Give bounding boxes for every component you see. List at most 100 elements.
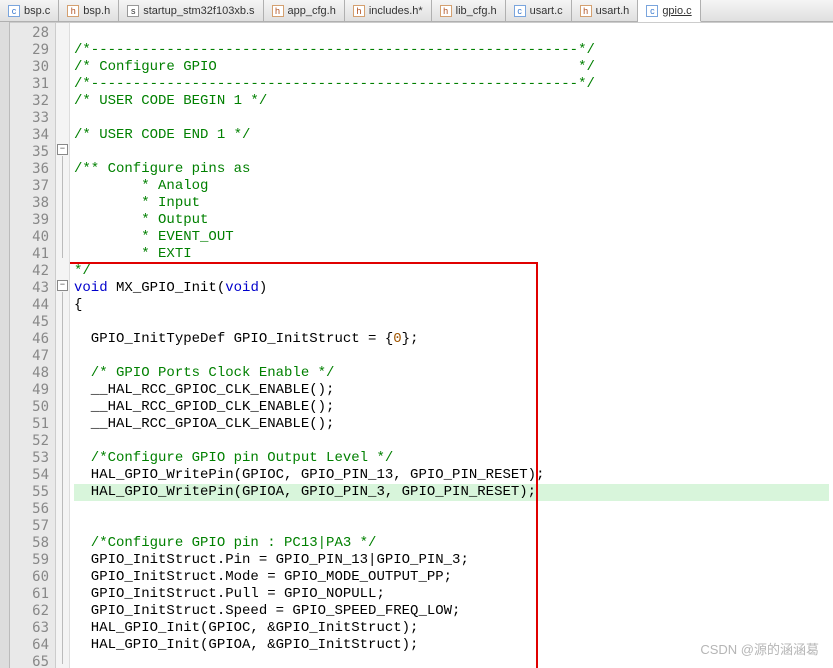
- tab-label: usart.h: [596, 5, 630, 17]
- tab-bsp-h[interactable]: hbsp.h: [59, 0, 119, 21]
- tab-label: gpio.c: [662, 5, 691, 17]
- line-gutter: 2829303132333435363738394041424344454647…: [10, 23, 56, 668]
- line-number: 42: [10, 263, 55, 280]
- comment: * Output: [74, 212, 208, 228]
- tab-label: includes.h*: [369, 5, 423, 17]
- paren: ): [259, 280, 267, 296]
- code-line: GPIO_InitStruct.Mode = GPIO_MODE_OUTPUT_…: [74, 569, 452, 585]
- line-number: 45: [10, 314, 55, 331]
- debug-strip: [0, 22, 10, 668]
- line-number: 31: [10, 76, 55, 93]
- tab-usart-c[interactable]: c usart.c: [506, 0, 572, 21]
- line-number: 40: [10, 229, 55, 246]
- file-icon: h: [272, 5, 284, 17]
- line-number: 51: [10, 416, 55, 433]
- tab-label: bsp.c: [24, 5, 50, 17]
- comment: * Input: [74, 195, 208, 211]
- line-number: 29: [10, 42, 55, 59]
- paren: (: [217, 280, 225, 296]
- tab-bar: c bsp.c hbsp.h s startup_stm32f103xb.s h app_c…: [0, 0, 833, 22]
- code-line: HAL_GPIO_WritePin(GPIOA, GPIO_PIN_3, GPI…: [74, 484, 536, 500]
- line-number: 63: [10, 620, 55, 637]
- code-line: };: [402, 331, 419, 347]
- code-line: GPIO_InitTypeDef GPIO_InitStruct = {: [74, 331, 393, 347]
- fold-toggle-icon[interactable]: −: [57, 144, 68, 155]
- brace: {: [74, 297, 82, 313]
- line-number: 57: [10, 518, 55, 535]
- comment: /* USER CODE BEGIN 1 */: [74, 93, 267, 109]
- line-number: 43: [10, 280, 55, 297]
- file-icon: c: [8, 5, 20, 17]
- code-line: GPIO_InitStruct.Pin = GPIO_PIN_13|GPIO_P…: [74, 552, 469, 568]
- code-line: HAL_GPIO_WritePin(GPIOC, GPIO_PIN_13, GP…: [74, 467, 544, 483]
- comment: /*--------------------------------------…: [74, 76, 595, 92]
- tab-startup-stm32f103xb-s[interactable]: s startup_stm32f103xb.s: [119, 0, 263, 21]
- comment: */: [74, 263, 91, 279]
- line-number: 58: [10, 535, 55, 552]
- line-number: 32: [10, 93, 55, 110]
- line-number: 30: [10, 59, 55, 76]
- tab-app-cfg-h[interactable]: h app_cfg.h: [264, 0, 345, 21]
- line-number: 65: [10, 654, 55, 668]
- code-line: __HAL_RCC_GPIOC_CLK_ENABLE();: [74, 382, 334, 398]
- line-number: 52: [10, 433, 55, 450]
- tab-usart-h[interactable]: husart.h: [572, 0, 639, 21]
- file-icon: c: [646, 5, 658, 17]
- tab-label: lib_cfg.h: [456, 5, 497, 17]
- line-number: 37: [10, 178, 55, 195]
- comment: /* USER CODE END 1 */: [74, 127, 250, 143]
- line-number: 44: [10, 297, 55, 314]
- fold-guide: [62, 156, 63, 258]
- comment: * EVENT_OUT: [74, 229, 234, 245]
- line-number: 34: [10, 127, 55, 144]
- line-number: 53: [10, 450, 55, 467]
- file-icon: s: [127, 5, 139, 17]
- editor-window: c bsp.c hbsp.h s startup_stm32f103xb.s h app_c…: [0, 0, 833, 668]
- file-icon: h: [353, 5, 365, 17]
- comment: /** Configure pins as: [74, 161, 259, 177]
- code-content[interactable]: /*--------------------------------------…: [70, 23, 833, 668]
- line-number: 61: [10, 586, 55, 603]
- tab-gpio-c[interactable]: c gpio.c: [638, 0, 700, 22]
- line-number: 33: [10, 110, 55, 127]
- line-number: 41: [10, 246, 55, 263]
- line-number: 28: [10, 25, 55, 42]
- keyword: void: [74, 280, 108, 296]
- comment: * EXTI: [74, 246, 192, 262]
- line-number: 35: [10, 144, 55, 161]
- line-number: 50: [10, 399, 55, 416]
- file-icon: h: [67, 5, 79, 17]
- line-number: 48: [10, 365, 55, 382]
- line-number: 38: [10, 195, 55, 212]
- comment: /*Configure GPIO pin : PC13|PA3 */: [74, 535, 376, 551]
- code-line: __HAL_RCC_GPIOA_CLK_ENABLE();: [74, 416, 334, 432]
- line-number: 39: [10, 212, 55, 229]
- comment: /* GPIO Ports Clock Enable */: [74, 365, 334, 381]
- function-name: MX_GPIO_Init: [108, 280, 217, 296]
- file-icon: c: [514, 5, 526, 17]
- tab-label: startup_stm32f103xb.s: [143, 5, 254, 17]
- line-number: 62: [10, 603, 55, 620]
- comment: /*--------------------------------------…: [74, 42, 595, 58]
- tab-lib-cfg-h[interactable]: hlib_cfg.h: [432, 0, 506, 21]
- code-line: GPIO_InitStruct.Speed = GPIO_SPEED_FREQ_…: [74, 603, 460, 619]
- code-area: 2829303132333435363738394041424344454647…: [10, 22, 833, 668]
- tab-bsp-c[interactable]: c bsp.c: [0, 0, 59, 21]
- tab-label: app_cfg.h: [288, 5, 336, 17]
- fold-toggle-icon[interactable]: −: [57, 280, 68, 291]
- comment: * Analog: [74, 178, 217, 194]
- code-line: GPIO_InitStruct.Pull = GPIO_NOPULL;: [74, 586, 385, 602]
- fold-column: − −: [56, 23, 70, 668]
- code-line: HAL_GPIO_Init(GPIOA, &GPIO_InitStruct);: [74, 637, 418, 653]
- line-number: 49: [10, 382, 55, 399]
- number: 0: [393, 331, 401, 347]
- line-number: 46: [10, 331, 55, 348]
- tab-label: usart.c: [530, 5, 563, 17]
- line-number: 54: [10, 467, 55, 484]
- tab-includes-h[interactable]: h includes.h*: [345, 0, 432, 21]
- keyword: void: [225, 280, 259, 296]
- line-number: 60: [10, 569, 55, 586]
- code-line: __HAL_RCC_GPIOD_CLK_ENABLE();: [74, 399, 334, 415]
- line-number: 47: [10, 348, 55, 365]
- line-number: 36: [10, 161, 55, 178]
